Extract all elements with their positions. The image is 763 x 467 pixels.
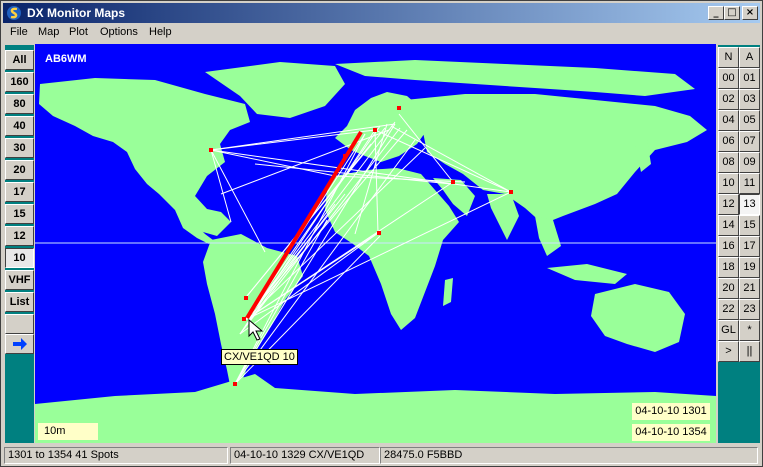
band-17-button[interactable]: 17 [5, 182, 34, 202]
maximize-button[interactable]: □ [724, 6, 740, 20]
window-title: DX Monitor Maps [27, 6, 125, 20]
band-30-button[interactable]: 30 [5, 138, 34, 158]
world-map[interactable]: AB6WM CX/VE1QD 10 10m 04-10-10 1301 04-1… [35, 44, 716, 443]
pause-button[interactable]: || [739, 341, 760, 362]
hour-12-button[interactable]: 12 [718, 194, 739, 215]
app-logo-icon [7, 6, 21, 20]
hour-03-button[interactable]: 03 [739, 89, 760, 110]
app-window: DX Monitor Maps _ □ × File Map Plot Opti… [0, 0, 763, 467]
close-button[interactable]: × [742, 6, 758, 20]
band-80-button[interactable]: 80 [5, 94, 34, 114]
hour-13-button[interactable]: 13 [739, 194, 760, 215]
hour-a-button[interactable]: A [739, 47, 760, 68]
hour-14-button[interactable]: 14 [718, 215, 739, 236]
status-selected-spot: 04-10-10 1329 CX/VE1QD [230, 447, 380, 464]
greyline-button[interactable]: GL [718, 320, 739, 341]
band-20-button[interactable]: 20 [5, 160, 34, 180]
menu-plot[interactable]: Plot [69, 26, 88, 38]
hour-05-button[interactable]: 05 [739, 110, 760, 131]
star-button[interactable]: * [739, 320, 760, 341]
hour-15-button[interactable]: 15 [739, 215, 760, 236]
hour-07-button[interactable]: 07 [739, 131, 760, 152]
band-40-button[interactable]: 40 [5, 116, 34, 136]
hour-06-button[interactable]: 06 [718, 131, 739, 152]
hour-10-button[interactable]: 10 [718, 173, 739, 194]
band-15-button[interactable]: 15 [5, 204, 34, 224]
band-sidebar: All 160 80 40 30 20 17 15 12 10 VHF List [5, 45, 34, 443]
minimize-button[interactable]: _ [708, 6, 724, 20]
menu-map[interactable]: Map [38, 26, 59, 38]
hour-01-button[interactable]: 01 [739, 68, 760, 89]
hour-17-button[interactable]: 17 [739, 236, 760, 257]
hour-n-button[interactable]: N [718, 47, 739, 68]
hour-16-button[interactable]: 16 [718, 236, 739, 257]
title-bar: DX Monitor Maps _ □ × [3, 3, 760, 23]
blank-button[interactable] [5, 314, 34, 334]
map-canvas [35, 60, 716, 443]
play-button[interactable]: > [718, 341, 739, 362]
status-frequency: 28475.0 F5BBD [380, 447, 758, 464]
band-label: 10m [38, 423, 98, 440]
menu-bar: File Map Plot Options Help [3, 24, 760, 42]
hour-02-button[interactable]: 02 [718, 89, 739, 110]
status-spot-range: 1301 to 1354 41 Spots [4, 447, 228, 464]
hour-22-button[interactable]: 22 [718, 299, 739, 320]
arrow-right-button[interactable] [5, 334, 34, 354]
time-from-label: 04-10-10 1301 [632, 403, 710, 420]
hour-04-button[interactable]: 04 [718, 110, 739, 131]
band-160-button[interactable]: 160 [5, 72, 34, 92]
menu-options[interactable]: Options [100, 26, 138, 38]
spot-tooltip: CX/VE1QD 10 [221, 349, 298, 365]
menu-help[interactable]: Help [149, 26, 172, 38]
hour-18-button[interactable]: 18 [718, 257, 739, 278]
hour-11-button[interactable]: 11 [739, 173, 760, 194]
status-bar: 1301 to 1354 41 Spots 04-10-10 1329 CX/V… [3, 446, 760, 465]
arrow-right-icon [12, 338, 27, 350]
time-to-label: 04-10-10 1354 [632, 424, 710, 441]
callsign-label: AB6WM [45, 53, 87, 65]
hour-19-button[interactable]: 19 [739, 257, 760, 278]
band-10-button[interactable]: 10 [5, 248, 34, 268]
hour-00-button[interactable]: 00 [718, 68, 739, 89]
hour-21-button[interactable]: 21 [739, 278, 760, 299]
band-list-button[interactable]: List [5, 292, 34, 312]
band-12-button[interactable]: 12 [5, 226, 34, 246]
menu-file[interactable]: File [10, 26, 28, 38]
hour-08-button[interactable]: 08 [718, 152, 739, 173]
band-all-button[interactable]: All [5, 50, 34, 70]
hour-09-button[interactable]: 09 [739, 152, 760, 173]
hour-23-button[interactable]: 23 [739, 299, 760, 320]
band-vhf-button[interactable]: VHF [5, 270, 34, 290]
hour-20-button[interactable]: 20 [718, 278, 739, 299]
hour-sidebar: N A 00 01 02 03 04 05 06 07 08 09 10 11 … [718, 45, 760, 443]
